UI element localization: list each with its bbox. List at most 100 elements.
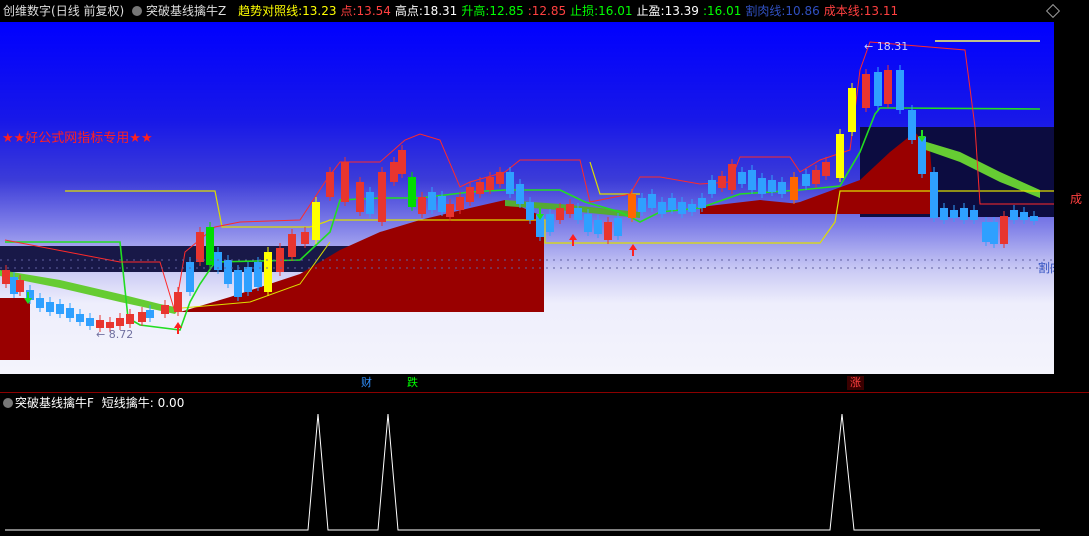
candle — [940, 208, 948, 220]
candle — [668, 198, 676, 210]
candle — [566, 204, 574, 214]
header-item-label: 割肉线: — [745, 4, 786, 18]
candle — [790, 177, 798, 200]
header-item: 割肉线:10.86 — [745, 0, 819, 22]
sub-indicator-name[interactable]: 突破基线擒牛F — [15, 396, 94, 410]
candle — [76, 314, 84, 322]
candle — [161, 305, 169, 314]
candle — [822, 162, 830, 176]
candle — [186, 262, 194, 292]
candle — [908, 110, 916, 140]
stock-name[interactable]: 创维数字 — [3, 0, 51, 22]
candle — [594, 220, 602, 234]
candle — [398, 150, 406, 174]
candle — [584, 214, 592, 232]
candle — [496, 172, 504, 184]
header-item-value: 13.39 — [664, 4, 699, 18]
candle — [556, 208, 564, 220]
candle — [896, 70, 904, 110]
candle — [738, 172, 746, 184]
indicator-name[interactable]: 突破基线擒牛Z — [146, 0, 226, 22]
candle — [648, 194, 656, 208]
panel-divider[interactable] — [0, 392, 1089, 393]
high-price-label: ← 18.31 — [864, 40, 908, 53]
candle — [46, 302, 54, 312]
candle — [2, 270, 10, 284]
cost-line-label: 成 — [1070, 192, 1082, 206]
header-item-label: 止损: — [570, 4, 599, 18]
candle — [1010, 210, 1018, 220]
candle — [982, 222, 990, 242]
candle — [758, 178, 766, 194]
sub-series-label: 短线擒牛: — [101, 396, 154, 410]
candle — [418, 197, 426, 214]
candle — [990, 222, 998, 244]
candle — [456, 197, 464, 210]
candle — [428, 192, 436, 210]
candle — [960, 208, 968, 220]
candle — [546, 214, 554, 232]
candle — [848, 88, 856, 132]
subchart-header: 突破基线擒牛F 短线擒牛: 0.00 — [0, 394, 1089, 412]
dropdown-circle-icon[interactable] — [132, 5, 143, 16]
sub-chart[interactable] — [0, 412, 1054, 536]
watermark-text: ★★好公式网指标专用★★ — [2, 131, 153, 146]
candle — [628, 194, 636, 218]
header-item-value: 16.01 — [598, 4, 633, 18]
header-item-label: 成本线: — [823, 4, 864, 18]
candle — [326, 172, 334, 197]
header-item: 高点:18.31 — [395, 0, 457, 22]
candle — [264, 252, 272, 292]
header-item: 趋势对照线:13.23 — [238, 0, 336, 22]
low-price-label: ← 8.72 — [96, 328, 133, 341]
period-label[interactable]: (日线 前复权) — [51, 0, 124, 22]
candle — [614, 218, 622, 236]
candle — [658, 202, 666, 214]
candle — [1000, 216, 1008, 244]
candle — [874, 72, 882, 106]
main-chart[interactable]: ★★好公式网指标专用★★ ← 18.31 ← 8.72 割肉线 — [0, 22, 1054, 374]
header-item-value: 10.86 — [785, 4, 820, 18]
candle — [301, 232, 309, 244]
header-item: 升高:12.85 — [461, 0, 523, 22]
candle — [446, 204, 454, 217]
header-item-label: 点: — [340, 4, 357, 18]
candle — [234, 270, 242, 297]
header-item-value: 12.85 — [531, 4, 567, 18]
candle — [950, 210, 958, 218]
candle — [36, 298, 44, 308]
header-item-value: 16.01 — [706, 4, 742, 18]
candle — [918, 137, 926, 174]
sub-series-value: 0.00 — [157, 396, 185, 410]
candle — [884, 70, 892, 104]
candle — [604, 222, 612, 240]
candle — [56, 304, 64, 314]
short-term-signal-line — [5, 413, 1040, 531]
signal-cai: 财 — [358, 376, 375, 390]
candle — [312, 202, 320, 240]
candle — [516, 184, 524, 204]
dropdown-circle-icon[interactable] — [3, 397, 13, 408]
candle — [390, 162, 398, 182]
header-item: 点:13.54 — [341, 0, 391, 22]
main-chart-canvas: ★★好公式网指标专用★★ ← 18.31 ← 8.72 割肉线 — [0, 22, 1054, 374]
candle — [341, 162, 349, 202]
candle — [970, 210, 978, 220]
header-items: 趋势对照线:13.23 点:13.54 高点:18.31 升高:12.85:12.85… — [234, 0, 898, 22]
candle — [378, 172, 386, 222]
header-item-label: 高点: — [394, 4, 423, 18]
candle — [126, 314, 134, 324]
candle — [356, 182, 364, 212]
cost-area — [0, 298, 30, 360]
candle — [748, 170, 756, 190]
candle — [812, 170, 820, 184]
header-item-value: 13.23 — [302, 4, 337, 18]
candle — [254, 262, 262, 287]
header-item-label: 趋势对照线: — [238, 4, 303, 18]
candle — [718, 176, 726, 188]
candle — [638, 198, 646, 212]
candle — [174, 292, 182, 312]
candle — [778, 182, 786, 194]
candle — [688, 204, 696, 212]
candle — [1030, 216, 1038, 221]
